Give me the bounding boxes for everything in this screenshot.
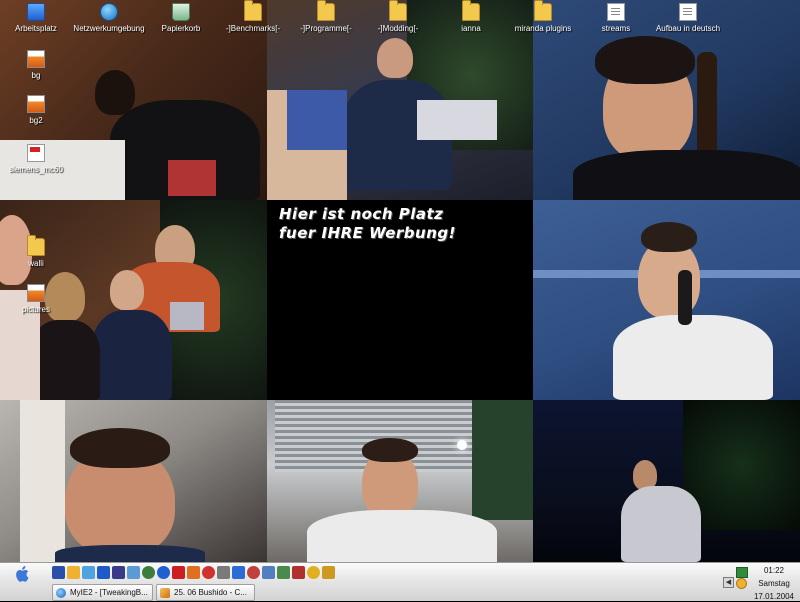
- wallpaper: Hier ist noch Platz fuer IHRE Werbung!: [0, 0, 800, 562]
- photo-tile-6: [533, 200, 800, 400]
- clock-date: 17.01.2004: [753, 592, 795, 601]
- pdf-icon: [27, 144, 45, 162]
- desktop-icon-arbeitsplatz[interactable]: Arbeitsplatz: [0, 3, 74, 34]
- desktop-icon-aufbau-in-deutsch[interactable]: Aufbau in deutsch: [650, 3, 726, 34]
- app-icon[interactable]: [82, 566, 95, 579]
- clock-day: Samstag: [758, 579, 790, 588]
- folder-icon: [27, 235, 45, 256]
- quick-launch-bar: [52, 566, 337, 582]
- desktop-icon-netzwerkumgebung[interactable]: Netzwerkumgebung: [71, 3, 147, 34]
- browser-icon: [56, 587, 66, 598]
- folder-icon: [389, 0, 407, 21]
- image-icon: [27, 95, 45, 113]
- app-icon[interactable]: [322, 566, 335, 579]
- desktop-icon-papierkorb[interactable]: Papierkorb: [143, 3, 219, 34]
- clock[interactable]: 01:22 Samstag 17.01.2004: [752, 565, 796, 602]
- network-status-icon[interactable]: [736, 567, 748, 578]
- app-icon[interactable]: [202, 566, 215, 579]
- folder-icon: [317, 0, 335, 21]
- photo-tile-9: [533, 400, 800, 562]
- desktop-icon-ianna[interactable]: ianna: [433, 0, 509, 34]
- desktop-icon-bg2[interactable]: bg2: [0, 95, 74, 126]
- image-icon: [27, 284, 45, 302]
- media-player-icon: [160, 587, 170, 598]
- desktop-icon-benchmarks[interactable]: -]Benchmarks[-: [215, 0, 291, 34]
- wallpaper-ad-text: Hier ist noch Platz fuer IHRE Werbung!: [279, 205, 456, 242]
- app-icon[interactable]: [292, 566, 305, 579]
- apple-icon: [16, 566, 29, 582]
- app-icon[interactable]: [307, 566, 320, 579]
- app-icon[interactable]: [172, 566, 185, 579]
- tray-expand-icon[interactable]: ◀: [723, 577, 734, 588]
- taskbar: MyIE2 - [TweakingB... 25. 06 Bushido - C…: [0, 562, 800, 601]
- ad-tile: Hier ist noch Platz fuer IHRE Werbung!: [267, 200, 533, 400]
- app-icon[interactable]: [157, 566, 170, 579]
- folder-icon: [462, 0, 480, 21]
- folder-icon: [244, 0, 262, 21]
- recycle-bin-icon: [172, 3, 190, 21]
- desktop-icon-bg[interactable]: bg: [0, 50, 74, 81]
- app-icon[interactable]: [232, 566, 245, 579]
- desktop-icon-streams[interactable]: streams: [578, 3, 654, 34]
- task-button-myie2[interactable]: MyIE2 - [TweakingB...: [52, 584, 153, 601]
- task-button-media-player[interactable]: 25. 06 Bushido - C...: [156, 584, 255, 601]
- photo-tile-8: [267, 400, 533, 562]
- image-icon: [27, 50, 45, 68]
- app-icon[interactable]: [247, 566, 260, 579]
- photo-tile-7: [0, 400, 267, 562]
- task-list: MyIE2 - [TweakingB... 25. 06 Bushido - C…: [52, 584, 258, 601]
- app-icon[interactable]: [97, 566, 110, 579]
- document-icon: [607, 3, 625, 21]
- app-icon[interactable]: [277, 566, 290, 579]
- desktop-icon-walli[interactable]: walli: [0, 235, 74, 269]
- app-icon[interactable]: [67, 566, 80, 579]
- folder-icon: [534, 0, 552, 21]
- app-icon[interactable]: [52, 566, 65, 579]
- app-icon[interactable]: [127, 566, 140, 579]
- app-icon[interactable]: [187, 566, 200, 579]
- app-icon[interactable]: [142, 566, 155, 579]
- network-icon: [100, 3, 118, 21]
- app-icon[interactable]: [262, 566, 275, 579]
- desktop-icon-programme[interactable]: -]Programme[-: [288, 0, 364, 34]
- desktop-icon-modding[interactable]: -]Modding[-: [360, 0, 436, 34]
- desktop-icon-miranda-plugins[interactable]: miranda plugins: [505, 0, 581, 34]
- messenger-icon[interactable]: [736, 578, 747, 589]
- desktop-icon-siemens-mc60[interactable]: siemens_mc60: [0, 144, 74, 175]
- app-icon[interactable]: [112, 566, 125, 579]
- desktop-icon-pictures[interactable]: pictures: [0, 284, 74, 315]
- app-icon[interactable]: [217, 566, 230, 579]
- start-button[interactable]: [14, 566, 32, 582]
- document-icon: [679, 3, 697, 21]
- computer-icon: [27, 3, 45, 21]
- clock-time: 01:22: [763, 566, 785, 575]
